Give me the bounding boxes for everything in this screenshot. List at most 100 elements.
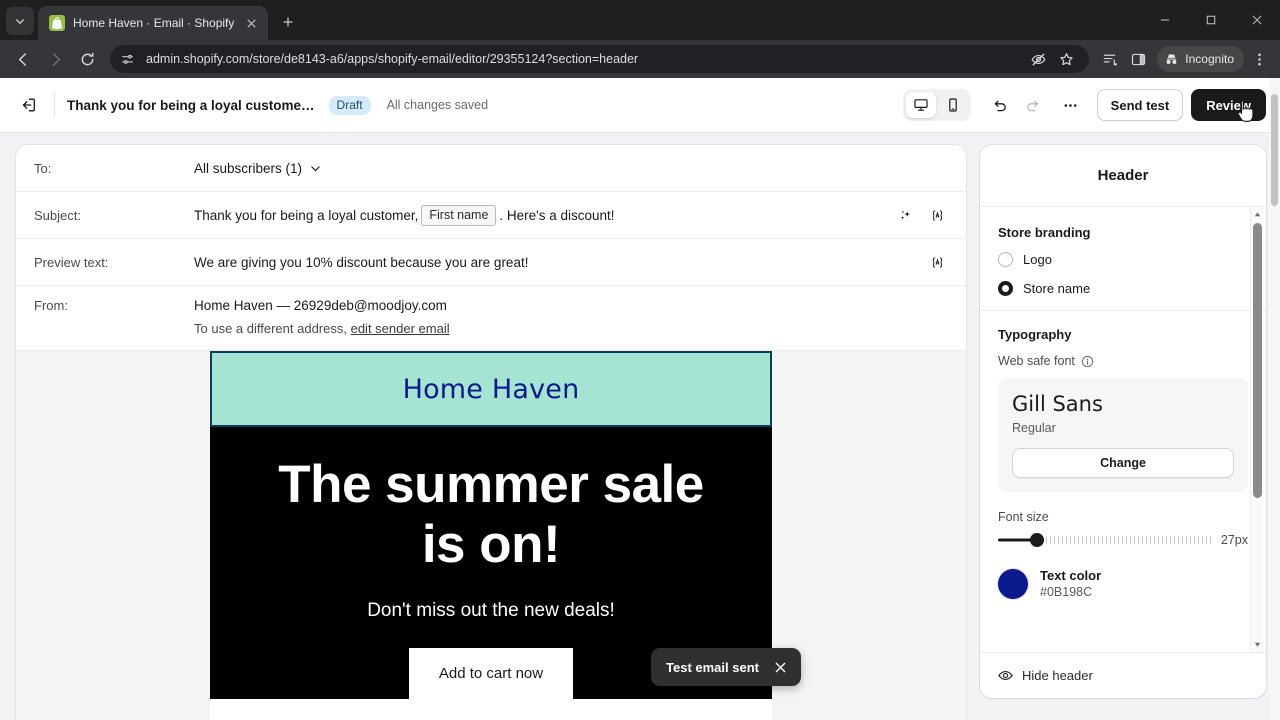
- chevron-down-icon: [311, 165, 320, 171]
- preview-text-row: Preview text: We are giving you 10% disc…: [16, 239, 966, 286]
- scroll-up-icon[interactable]: [1251, 208, 1264, 221]
- app-viewport: Thank you for being a loyal custome… Dra…: [0, 78, 1280, 720]
- editor-body: To: All subscribers (1) Subject: Thank y…: [0, 133, 1280, 720]
- email-header-section[interactable]: Home Haven: [210, 351, 772, 427]
- font-weight: Regular: [1012, 421, 1056, 435]
- star-icon[interactable]: [1053, 46, 1079, 72]
- web-safe-font-label: Web safe font: [998, 354, 1075, 368]
- font-name: Gill Sans: [1012, 392, 1103, 416]
- toast-notification: Test email sent: [651, 648, 801, 686]
- maximize-icon[interactable]: [1188, 0, 1234, 40]
- first-name-chip[interactable]: First name: [421, 204, 497, 226]
- radio-icon: [998, 252, 1013, 267]
- to-row: To: All subscribers (1): [16, 145, 966, 192]
- subject-label: Subject:: [34, 207, 81, 223]
- header-divider: [54, 92, 55, 118]
- settings-sidebar: Header Store branding Logo Store name Ty…: [980, 145, 1266, 720]
- window-controls: [1142, 0, 1280, 40]
- slider-ticks: [1042, 536, 1211, 544]
- subject-suffix: . Here's a discount!: [499, 207, 615, 223]
- browser-toolbar: admin.shopify.com/store/de8143-a6/apps/s…: [0, 40, 1280, 78]
- info-icon[interactable]: [1081, 355, 1094, 368]
- close-icon[interactable]: [773, 659, 789, 675]
- subject-row: Subject: Thank you for being a loyal cus…: [16, 192, 966, 239]
- email-brand-name: Home Haven: [402, 373, 580, 405]
- close-icon[interactable]: [242, 14, 260, 32]
- side-panel-icon[interactable]: [1125, 46, 1151, 72]
- panel-scrollbar[interactable]: [1250, 207, 1263, 652]
- browser-tab[interactable]: Home Haven · Email · Shopify: [38, 6, 269, 40]
- typography-heading: Typography: [998, 327, 1072, 342]
- review-button[interactable]: Review: [1191, 89, 1266, 122]
- to-label: To:: [34, 160, 52, 176]
- tab-search-chevron-icon[interactable]: [6, 7, 34, 35]
- preview-text-input[interactable]: We are giving you 10% discount because y…: [194, 255, 918, 270]
- device-preview-toggle: [902, 89, 971, 121]
- mobile-icon[interactable]: [938, 92, 968, 118]
- reading-list-icon[interactable]: [1097, 46, 1123, 72]
- radio-option-logo[interactable]: Logo: [998, 252, 1248, 267]
- incognito-indicator[interactable]: Incognito: [1157, 46, 1244, 72]
- color-swatch[interactable]: [998, 568, 1028, 599]
- subject-input[interactable]: Thank you for being a loyal customer, Fi…: [194, 204, 886, 226]
- subject-prefix: Thank you for being a loyal customer,: [194, 207, 419, 223]
- scroll-down-icon[interactable]: [1251, 638, 1264, 651]
- hero-title-line2: is on!: [421, 515, 561, 575]
- ellipsis-icon[interactable]: [1055, 89, 1087, 121]
- personalization-icon[interactable]: [926, 204, 948, 226]
- address-bar[interactable]: admin.shopify.com/store/de8143-a6/apps/s…: [110, 45, 1090, 73]
- review-button-label: Review: [1206, 97, 1251, 113]
- new-tab-button[interactable]: [274, 8, 302, 36]
- from-address: Home Haven — 26929deb@moodjoy.com: [194, 298, 447, 313]
- minimize-icon[interactable]: [1142, 0, 1188, 40]
- browser-tab-title: Home Haven · Email · Shopify: [73, 16, 235, 30]
- personalization-icon[interactable]: [926, 251, 948, 273]
- from-note: To use a different address,: [194, 321, 347, 336]
- page-scrollbar-thumb[interactable]: [1271, 94, 1278, 206]
- exit-icon[interactable]: [12, 89, 44, 121]
- radio-option-store-name[interactable]: Store name: [998, 281, 1248, 296]
- recipient-value: All subscribers (1): [194, 160, 303, 176]
- desktop-icon[interactable]: [905, 92, 936, 118]
- browser-tab-strip: Home Haven · Email · Shopify: [0, 0, 1280, 40]
- eye-slash-icon[interactable]: [1025, 46, 1051, 72]
- scrollbar-thumb[interactable]: [1253, 223, 1262, 498]
- panel-scroll-area: Store branding Logo Store name Typograph…: [980, 207, 1266, 652]
- shopify-bag-icon: [49, 15, 65, 31]
- page-scrollbar[interactable]: [1269, 78, 1280, 720]
- undo-icon[interactable]: [985, 89, 1017, 121]
- from-row: From: Home Haven — 26929deb@moodjoy.com …: [16, 286, 966, 351]
- sparkle-icon[interactable]: [894, 204, 916, 226]
- forward-button: [40, 44, 70, 74]
- send-test-button[interactable]: Send test: [1096, 89, 1184, 121]
- recipient-select[interactable]: All subscribers (1): [194, 161, 322, 176]
- reload-button[interactable]: [72, 44, 102, 74]
- page-title: Thank you for being a loyal custome…: [67, 97, 315, 113]
- font-size-slider[interactable]: [998, 532, 1211, 548]
- change-font-button[interactable]: Change: [1012, 448, 1234, 478]
- back-button[interactable]: [8, 44, 38, 74]
- panel-divider: [980, 310, 1266, 311]
- site-settings-icon[interactable]: [116, 48, 138, 70]
- radio-label-logo: Logo: [1023, 252, 1052, 267]
- font-size-label: Font size: [998, 510, 1049, 524]
- hide-header-row[interactable]: Hide header: [980, 652, 1266, 698]
- edit-sender-email-link[interactable]: edit sender email: [351, 321, 450, 336]
- hero-title-line1: The summer sale: [278, 455, 704, 514]
- eye-icon: [998, 670, 1013, 681]
- close-window-icon[interactable]: [1234, 0, 1280, 40]
- radio-selected-icon: [998, 281, 1013, 296]
- incognito-label: Incognito: [1185, 52, 1234, 66]
- radio-label-store-name: Store name: [1023, 281, 1091, 296]
- kebab-menu-icon[interactable]: [1246, 46, 1272, 72]
- text-color-row[interactable]: Text color #0B198C: [998, 568, 1248, 599]
- slider-thumb[interactable]: [1030, 533, 1044, 547]
- text-color-hex: #0B198C: [1040, 585, 1093, 599]
- add-to-cart-button[interactable]: Add to cart now: [408, 647, 574, 699]
- hero-subtitle: Don't miss out the new deals!: [367, 599, 615, 621]
- from-label: From:: [34, 298, 68, 313]
- email-editor-panel: To: All subscribers (1) Subject: Thank y…: [16, 145, 966, 720]
- email-preview-canvas: Home Haven The summer sale is on! Don't …: [16, 351, 966, 720]
- toast-message: Test email sent: [666, 659, 759, 675]
- font-size-value: 27px: [1220, 533, 1248, 547]
